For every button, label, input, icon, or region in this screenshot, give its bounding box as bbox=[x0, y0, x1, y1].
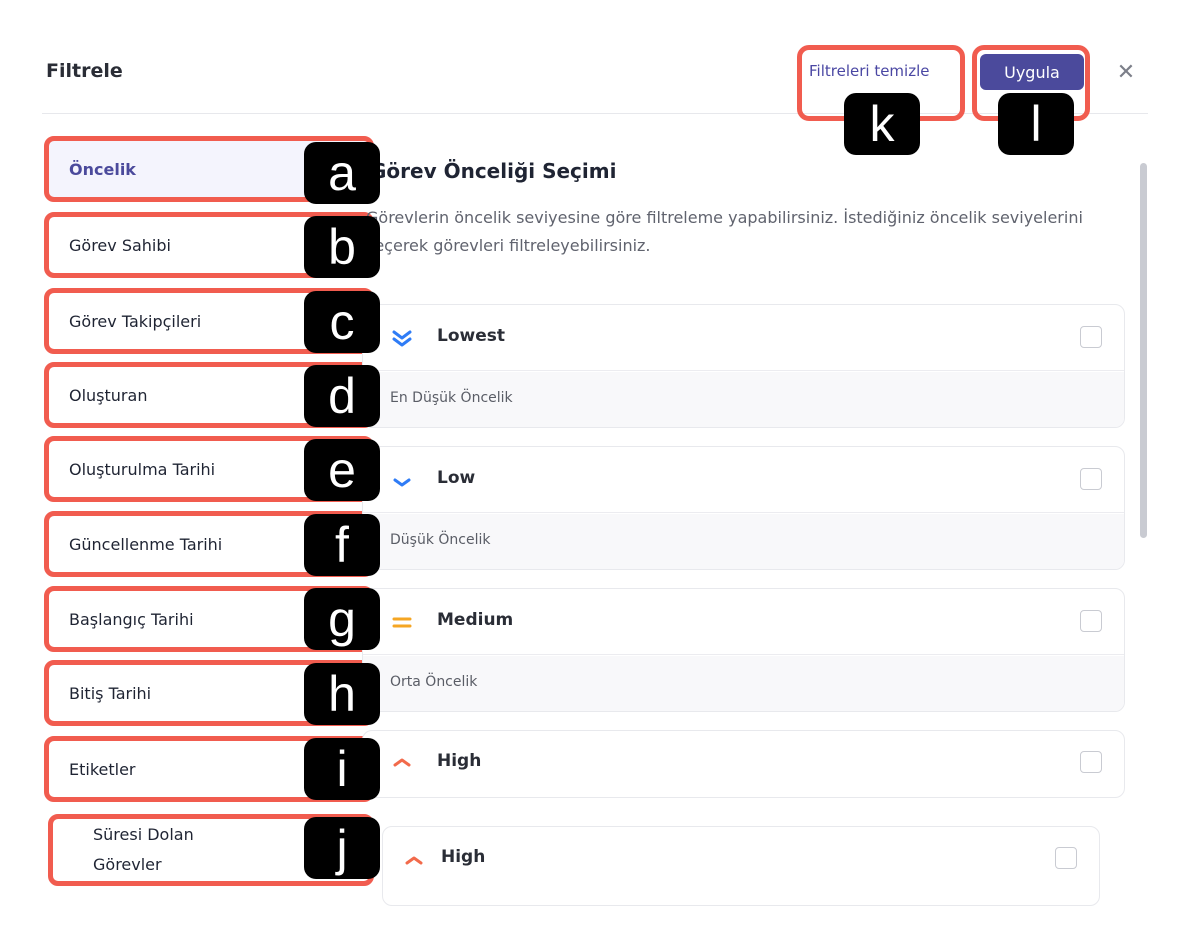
option-name: High bbox=[441, 847, 486, 867]
chevron-up-icon bbox=[405, 856, 423, 865]
content-title: Görev Önceliği Seçimi bbox=[370, 159, 617, 183]
priority-option-low[interactable]: Low Düşük Öncelik bbox=[362, 446, 1125, 570]
label-badge-d: d bbox=[304, 365, 380, 427]
chevron-down-icon bbox=[393, 478, 411, 487]
option-footer: En Düşük Öncelik bbox=[363, 372, 1124, 427]
option-header: High bbox=[383, 827, 1099, 905]
option-subtitle: En Düşük Öncelik bbox=[390, 390, 513, 406]
label-badge-k: k bbox=[844, 93, 920, 155]
option-header: Medium bbox=[363, 589, 1124, 655]
filter-modal: Filtrele Filtreleri temizle Uygula ✕ Önc… bbox=[22, 18, 1152, 918]
double-chevron-down-icon bbox=[392, 330, 412, 347]
option-header: Low bbox=[363, 447, 1124, 513]
option-header: Lowest bbox=[363, 305, 1124, 371]
option-name: Medium bbox=[437, 610, 514, 630]
label-badge-f: f bbox=[304, 514, 380, 576]
option-checkbox[interactable] bbox=[1080, 751, 1102, 773]
label-badge-l: l bbox=[998, 93, 1074, 155]
option-checkbox[interactable] bbox=[1055, 847, 1077, 869]
option-name: Low bbox=[437, 468, 476, 488]
chevron-up-icon bbox=[393, 758, 411, 767]
option-footer: Düşük Öncelik bbox=[363, 514, 1124, 569]
sidebar-item-label: Oluşturulma Tarihi bbox=[69, 459, 216, 479]
label-badge-e: e bbox=[304, 439, 380, 501]
label-badge-g: g bbox=[304, 588, 380, 650]
label-badge-a: a bbox=[304, 142, 380, 204]
option-checkbox[interactable] bbox=[1080, 610, 1102, 632]
label-badge-h: h bbox=[304, 663, 380, 725]
option-header: High bbox=[363, 731, 1124, 797]
label-badge-c: c bbox=[304, 291, 380, 353]
modal-title: Filtrele bbox=[46, 60, 123, 82]
scrollbar-thumb[interactable] bbox=[1140, 163, 1147, 538]
sidebar-item-label: Etiketler bbox=[69, 759, 136, 779]
option-checkbox[interactable] bbox=[1080, 468, 1102, 490]
sidebar-item-label: Oluşturan bbox=[69, 385, 148, 405]
sidebar-item-label: Süresi Dolan Görevler bbox=[93, 825, 194, 874]
priority-option-high[interactable]: High bbox=[362, 730, 1125, 798]
option-name: Lowest bbox=[437, 326, 505, 346]
priority-option-high-duplicate[interactable]: High bbox=[382, 826, 1100, 906]
equals-icon bbox=[392, 617, 412, 628]
close-icon[interactable]: ✕ bbox=[1114, 58, 1138, 86]
sidebar-item-label: Görev Sahibi bbox=[69, 235, 171, 255]
label-badge-i: i bbox=[304, 738, 380, 800]
sidebar-item-label: Öncelik bbox=[69, 159, 136, 179]
priority-option-lowest[interactable]: Lowest En Düşük Öncelik bbox=[362, 304, 1125, 428]
label-badge-j: j bbox=[304, 817, 380, 879]
sidebar-item-label: Görev Takipçileri bbox=[69, 311, 202, 331]
sidebar-item-label: Güncellenme Tarihi bbox=[69, 534, 223, 554]
priority-option-medium[interactable]: Medium Orta Öncelik bbox=[362, 588, 1125, 712]
option-subtitle: Düşük Öncelik bbox=[390, 532, 491, 548]
sidebar-item-label: Bitiş Tarihi bbox=[69, 683, 152, 703]
option-checkbox[interactable] bbox=[1080, 326, 1102, 348]
option-name: High bbox=[437, 751, 482, 771]
label-badge-b: b bbox=[304, 216, 380, 278]
option-footer: Orta Öncelik bbox=[363, 656, 1124, 711]
content-description: Görevlerin öncelik seviyesine göre filtr… bbox=[366, 208, 1083, 255]
option-subtitle: Orta Öncelik bbox=[390, 674, 478, 690]
sidebar-item-label: Başlangıç Tarihi bbox=[69, 609, 194, 629]
